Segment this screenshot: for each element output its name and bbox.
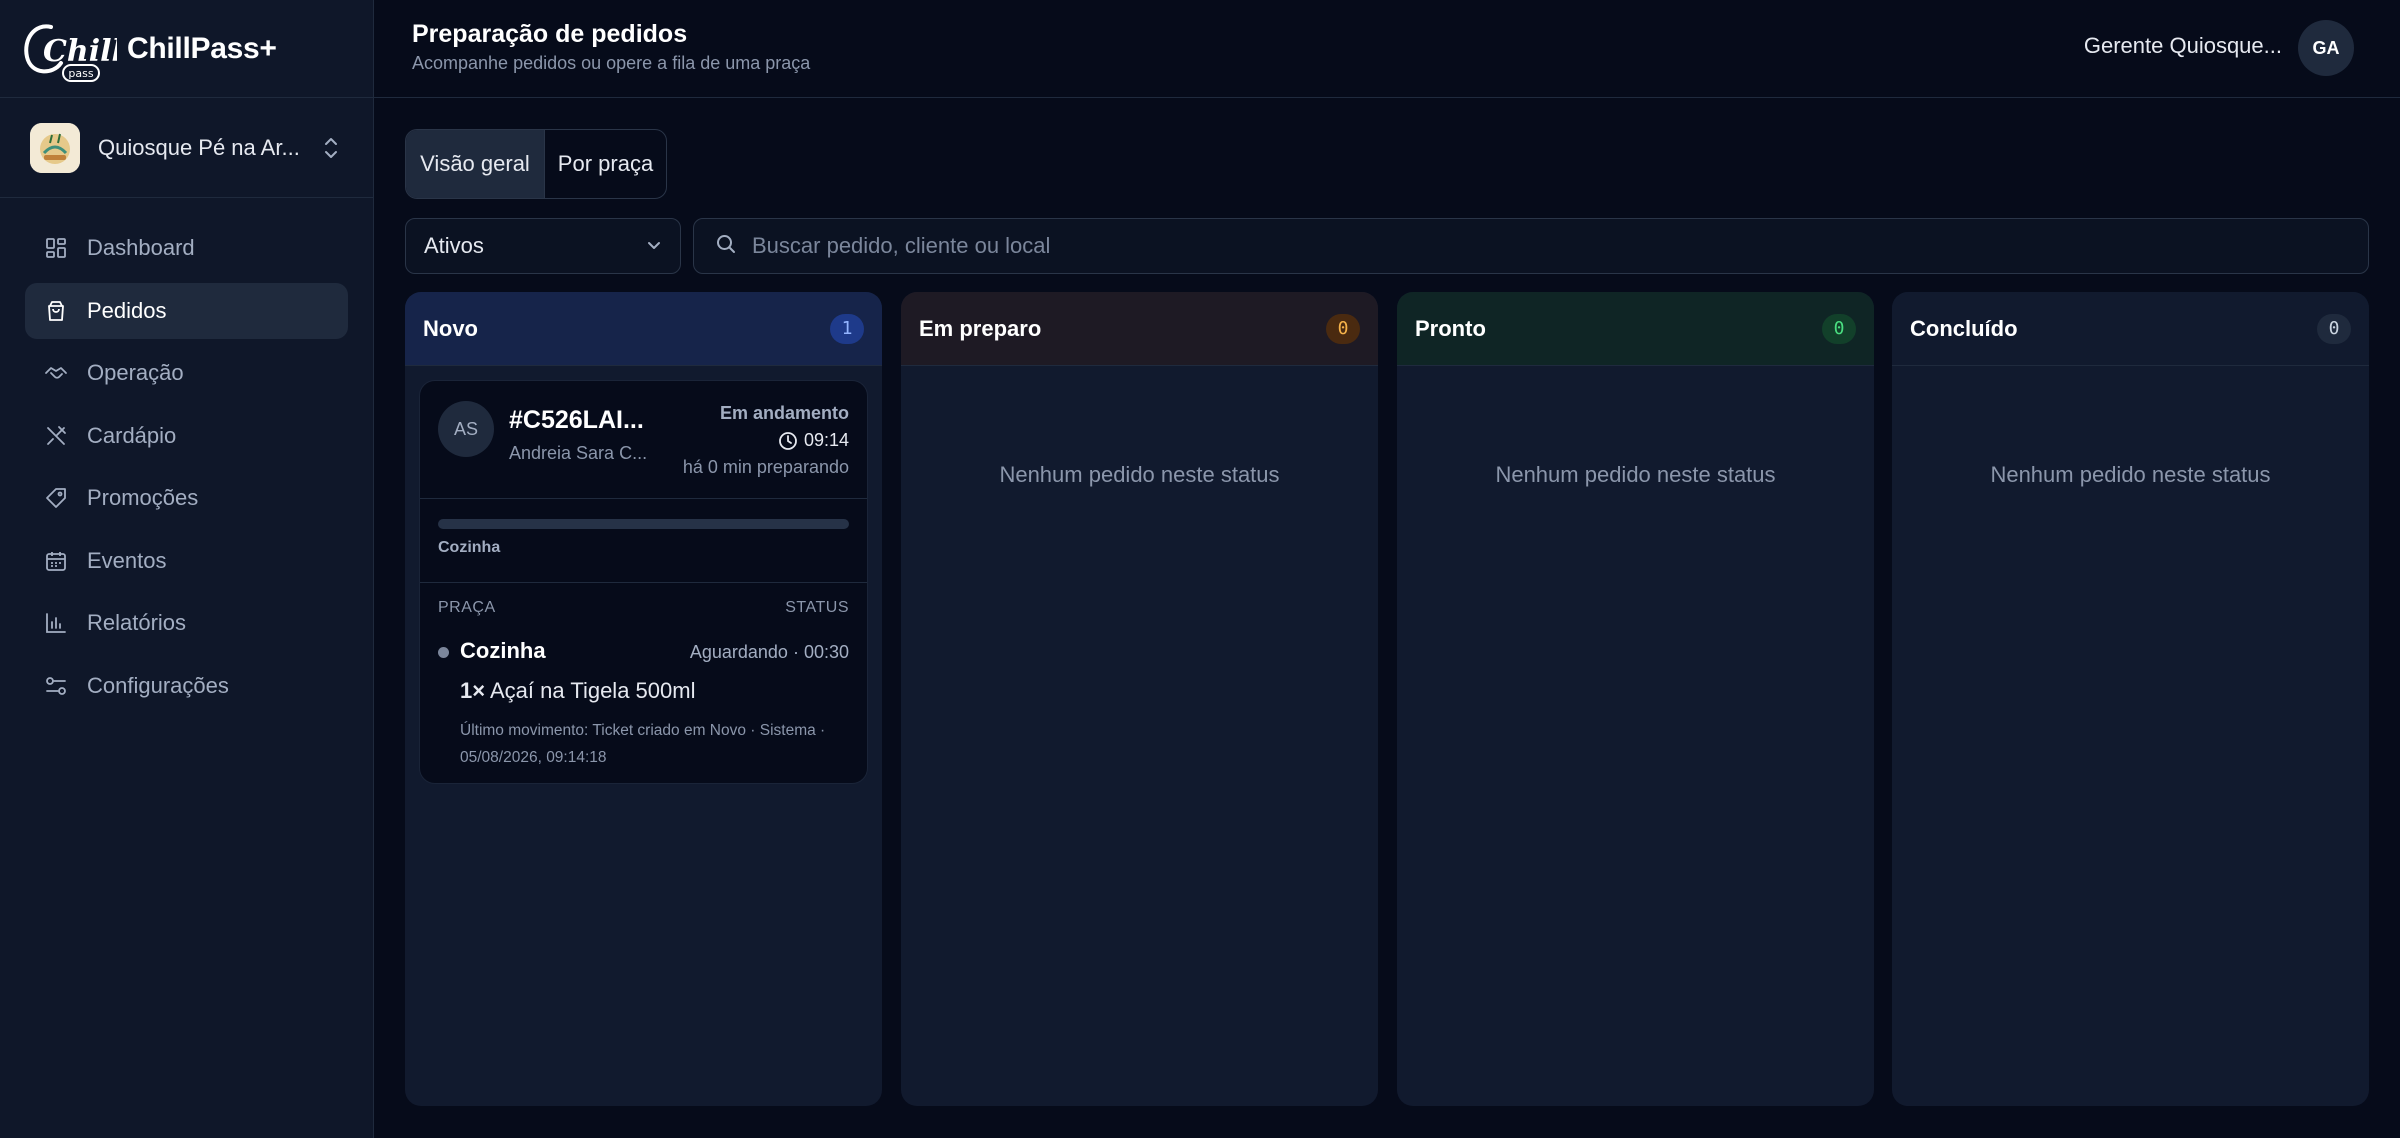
column-count-badge: 1 xyxy=(830,313,864,344)
column-header: Em preparo 0 xyxy=(901,292,1378,366)
page-header: Preparação de pedidos Acompanhe pedidos … xyxy=(374,0,2400,98)
station-column-header: PRAÇA xyxy=(438,599,496,616)
calendar-icon xyxy=(43,548,69,574)
column-empty-state: Nenhum pedido neste status xyxy=(1495,462,1776,487)
column-title: Em preparo xyxy=(919,315,1042,341)
sidebar-item-cardapio[interactable]: Cardápio xyxy=(25,408,348,464)
column-count-badge: 0 xyxy=(1326,313,1360,344)
order-station-detail: PRAÇA STATUS Cozinha Aguardando · 00:30 … xyxy=(420,583,867,783)
sidebar-item-label: Pedidos xyxy=(87,297,167,323)
sidebar-item-label: Operação xyxy=(87,360,184,385)
bar-chart-icon xyxy=(43,610,69,636)
order-elapsed: há 0 min preparando xyxy=(682,457,849,477)
order-time-value: 09:14 xyxy=(803,430,849,450)
station-name: Cozinha xyxy=(460,638,546,663)
column-pronto: Pronto 0 Nenhum pedido neste status xyxy=(1397,292,1874,1106)
user-name[interactable]: Gerente Quiosque... xyxy=(2084,33,2282,59)
chevron-up-down-icon[interactable] xyxy=(319,133,343,163)
item-quantity: 1× xyxy=(460,678,486,703)
customer-name: Andreia Sara C... xyxy=(509,443,648,463)
column-count-badge: 0 xyxy=(1822,313,1856,344)
progress-bar xyxy=(438,519,849,529)
brand-name: ChillPass+ xyxy=(127,31,277,65)
svg-text:Chill: Chill xyxy=(43,34,117,69)
sidebar-item-dashboard[interactable]: Dashboard xyxy=(25,220,348,276)
chillpass-logo[interactable]: Chill pass xyxy=(17,9,117,89)
order-time: 09:14 xyxy=(778,430,849,451)
sidebar-item-eventos[interactable]: Eventos xyxy=(25,533,348,589)
utensils-icon xyxy=(43,423,69,449)
status-column-header: STATUS xyxy=(785,599,849,616)
order-item: 1× Açaí na Tigela 500ml xyxy=(460,678,695,704)
store-switcher[interactable]: Quiosque Pé na Ar... xyxy=(0,98,373,198)
column-header: Novo 1 xyxy=(405,292,882,366)
last-movement: Último movimento: Ticket criado em Novo … xyxy=(460,722,826,766)
column-header: Concluído 0 xyxy=(1892,292,2369,366)
column-title: Concluído xyxy=(1910,315,2018,341)
view-toggle: Visão geral Por praça xyxy=(405,129,667,199)
progress-label: Cozinha xyxy=(438,539,501,556)
svg-text:pass: pass xyxy=(68,67,93,80)
column-title: Novo xyxy=(423,315,478,341)
sidebar-item-label: Dashboard xyxy=(87,235,195,260)
column-novo: Novo 1 AS #C526LAI... Andreia Sara C... … xyxy=(405,292,882,1106)
column-title: Pronto xyxy=(1415,315,1486,341)
chevron-down-icon xyxy=(646,233,662,259)
sidebar-item-pedidos[interactable]: Pedidos xyxy=(25,282,348,339)
column-count-badge: 0 xyxy=(2317,313,2351,344)
sidebar-item-promocoes[interactable]: Promoções xyxy=(25,470,348,526)
sidebar-item-label: Configurações xyxy=(87,672,229,698)
page-subtitle: Acompanhe pedidos ou opere a fila de uma… xyxy=(412,53,811,73)
column-header: Pronto 0 xyxy=(1397,292,1874,366)
order-card[interactable]: AS #C526LAI... Andreia Sara C... Em anda… xyxy=(419,380,868,784)
brand: Chill pass ChillPass+ xyxy=(0,0,373,98)
sidebar-item-label: Promoções xyxy=(87,485,199,510)
station-status: Aguardando · 00:30 xyxy=(689,642,849,662)
sidebar-item-operacao[interactable]: Operação xyxy=(25,345,348,401)
item-name: Açaí na Tigela 500ml xyxy=(490,678,696,703)
user-avatar[interactable]: GA xyxy=(2298,20,2354,76)
order-progress: Cozinha xyxy=(420,499,867,583)
column-empty-state: Nenhum pedido neste status xyxy=(1990,462,2271,487)
clock-icon xyxy=(778,431,798,451)
dashboard-icon xyxy=(43,235,69,261)
order-id: #C526LAI... xyxy=(509,406,644,434)
search-input[interactable]: Buscar pedido, cliente ou local xyxy=(693,218,2369,274)
customer-avatar: AS xyxy=(438,401,494,457)
shopping-bag-icon xyxy=(43,298,69,324)
search-icon xyxy=(714,232,738,261)
sidebar-item-configuracoes[interactable]: Configurações xyxy=(25,658,348,714)
sliders-icon xyxy=(43,673,69,699)
column-em-preparo: Em preparo 0 Nenhum pedido neste status xyxy=(901,292,1378,1106)
sidebar-item-relatorios[interactable]: Relatórios xyxy=(25,595,348,651)
sidebar-nav: Dashboard Pedidos Operação Cardápio Prom… xyxy=(0,198,373,742)
sidebar-item-label: Eventos xyxy=(87,547,167,573)
tab-visao-geral[interactable]: Visão geral xyxy=(406,130,545,198)
sidebar: Chill pass ChillPass+ Quiosque Pé na Ar.… xyxy=(0,0,374,1138)
tab-por-praca[interactable]: Por praça xyxy=(545,130,666,198)
handshake-icon xyxy=(43,360,69,386)
status-filter-value: Ativos xyxy=(424,233,484,258)
store-avatar xyxy=(30,122,80,173)
page-title: Preparação de pedidos xyxy=(412,20,688,48)
store-name: Quiosque Pé na Ar... xyxy=(98,134,300,160)
sidebar-item-label: Relatórios xyxy=(87,610,187,635)
column-empty-state: Nenhum pedido neste status xyxy=(999,462,1280,487)
order-card-header: AS #C526LAI... Andreia Sara C... Em anda… xyxy=(420,381,867,499)
station-status-dot xyxy=(438,647,449,658)
column-concluido: Concluído 0 Nenhum pedido neste status xyxy=(1892,292,2369,1106)
search-placeholder: Buscar pedido, cliente ou local xyxy=(752,233,1051,258)
sidebar-item-label: Cardápio xyxy=(87,422,177,448)
tag-icon xyxy=(43,485,69,511)
status-filter-select[interactable]: Ativos xyxy=(405,218,681,274)
order-state: Em andamento xyxy=(719,403,849,423)
